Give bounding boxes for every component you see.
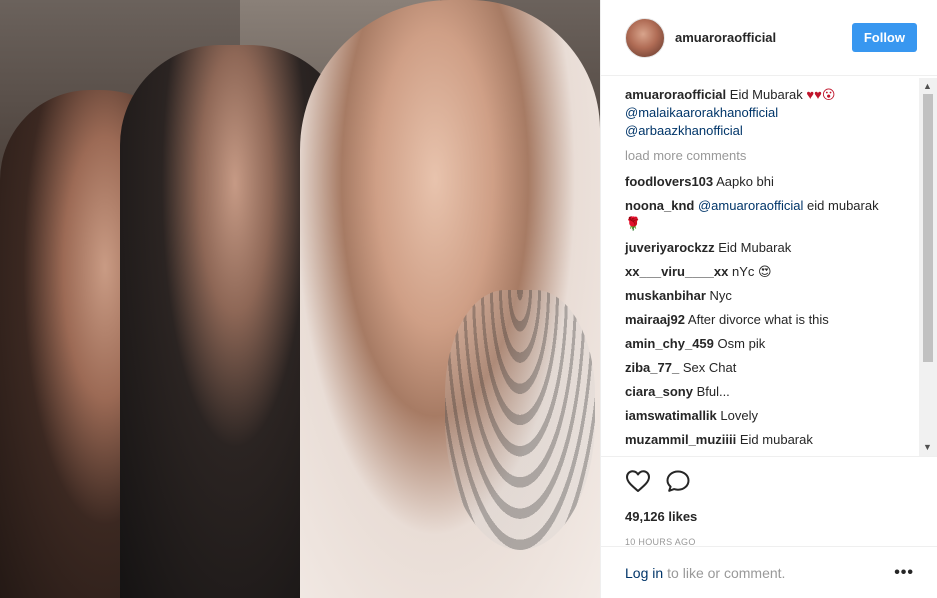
rose-emoji: 🌹 [625, 216, 642, 231]
scroll-up-arrow-icon[interactable]: ▲ [923, 82, 932, 91]
avatar[interactable] [625, 17, 665, 58]
caption-mention[interactable]: @malaikaarorakhanofficial [625, 105, 778, 120]
heart-outline-icon[interactable] [625, 469, 651, 493]
post-header: amuaroraofficial Follow [601, 0, 937, 76]
comment-username[interactable]: ziba_77_ [625, 360, 679, 375]
comment-text: Aapko bhi [716, 174, 774, 189]
comment-text: Lovely [720, 408, 758, 423]
post-sidebar: amuaroraofficial Follow amuaroraofficial… [600, 0, 937, 598]
comment-username[interactable]: amin_chy_459 [625, 336, 714, 351]
comment-item: mairaaj92 After divorce what is this [625, 311, 909, 329]
login-link[interactable]: Log in [625, 565, 663, 581]
comment-text: Sex Chat [682, 360, 737, 375]
comment-mention[interactable]: @amuaroraofficial [698, 198, 803, 213]
heart-eyes-emoji: 😍 [758, 264, 772, 279]
comment-username[interactable]: iamswatimallik [625, 408, 717, 423]
comment-text: eid mubarak [807, 198, 879, 213]
like-count[interactable]: 49,126 likes [625, 509, 914, 524]
comment-item: ciara_sony Bful... [625, 383, 909, 401]
comment-username[interactable]: ciara_sony [625, 384, 693, 399]
post-username[interactable]: amuaroraofficial [675, 30, 852, 45]
comment-username[interactable]: foodlovers103 [625, 174, 713, 189]
action-icons [625, 467, 914, 495]
instagram-post: amuaroraofficial Follow amuaroraofficial… [0, 0, 937, 598]
comment-text: nYc [732, 264, 755, 279]
comment-item: foodlovers103 Aapko bhi [625, 173, 909, 191]
photo-necklace [445, 290, 595, 550]
comment-item: juveriyarockzz Eid Mubarak [625, 239, 909, 257]
caption-mention[interactable]: @arbaazkhanofficial [625, 123, 743, 138]
comment-text: After divorce what is this [687, 312, 829, 327]
comment-username[interactable]: muskanbihar [625, 288, 706, 303]
comment-username[interactable]: noona_knd [625, 198, 694, 213]
comments-scrollbar[interactable]: ▲ ▼ [919, 78, 937, 456]
comment-text: Bful... [696, 384, 730, 399]
comment-item: muzammil_muziiii Eid mubarak [625, 431, 909, 449]
comment-username[interactable]: muzammil_muziiii [625, 432, 736, 447]
comment-text: Nyc [709, 288, 732, 303]
caption-username[interactable]: amuaroraofficial [625, 87, 726, 102]
comment-item: ziba_77_ Sex Chat [625, 359, 909, 377]
post-photo[interactable] [0, 0, 600, 598]
comment-item: amin_chy_459 Osm pik [625, 335, 909, 353]
comment-text: Eid mubarak [739, 432, 813, 447]
post-footer: Log in to like or comment. ••• [601, 546, 937, 598]
caption-text: Eid Mubarak [729, 87, 803, 102]
scrollbar-thumb[interactable] [923, 94, 933, 362]
comment-username[interactable]: xx___viru____xx [625, 264, 728, 279]
comment-text: Osm pik [717, 336, 766, 351]
scroll-down-arrow-icon[interactable]: ▼ [923, 443, 932, 452]
caption-emoji: ♥♥😮 [806, 87, 836, 102]
comments-list[interactable]: amuaroraofficial Eid Mubarak ♥♥😮 @malaik… [601, 86, 923, 456]
comment-item: muskanbihar Nyc [625, 287, 909, 305]
comment-bubble-icon[interactable] [665, 469, 691, 493]
follow-button[interactable]: Follow [851, 23, 917, 52]
post-caption: amuaroraofficial Eid Mubarak ♥♥😮 @malaik… [625, 86, 909, 140]
post-actions: 49,126 likes 10 HOURS AGO [601, 456, 937, 547]
load-more-comments-link[interactable]: load more comments [625, 148, 909, 163]
comment-username[interactable]: mairaaj92 [625, 312, 685, 327]
comment-item: xx___viru____xx nYc 😍 [625, 263, 909, 281]
more-options-icon[interactable]: ••• [894, 564, 914, 582]
comment-text: Eid Mubarak [718, 240, 792, 255]
comment-item: noona_knd @amuaroraofficial eid mubarak … [625, 197, 909, 233]
login-prompt-text: to like or comment. [667, 564, 786, 581]
comment-username[interactable]: juveriyarockzz [625, 240, 715, 255]
comment-item: iamswatimallik Lovely [625, 407, 909, 425]
